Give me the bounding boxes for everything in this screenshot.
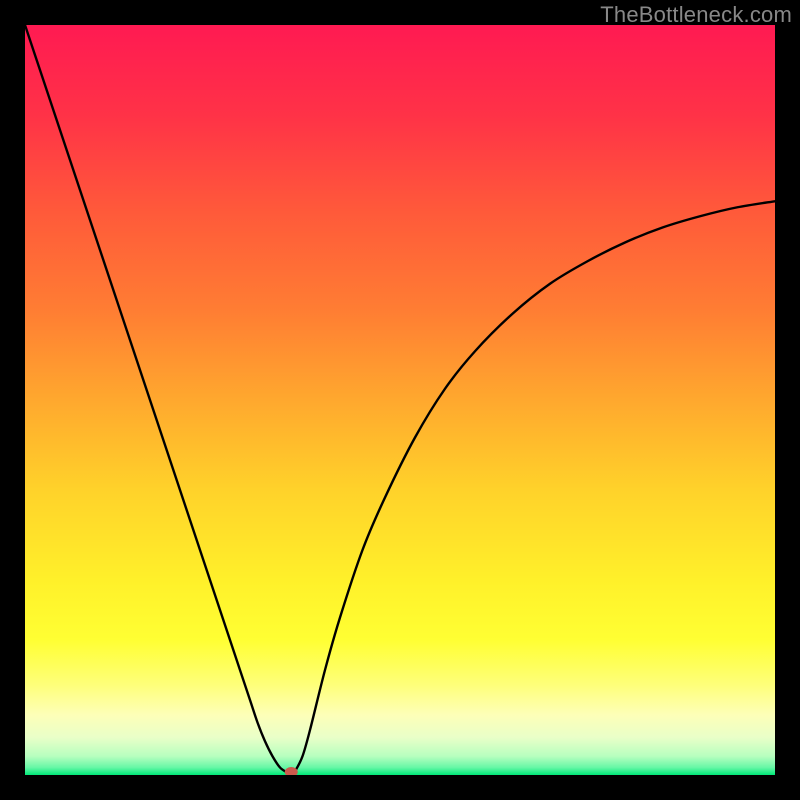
bottleneck-chart — [25, 25, 775, 775]
gradient-background — [25, 25, 775, 775]
plot-area — [25, 25, 775, 775]
chart-frame: TheBottleneck.com — [0, 0, 800, 800]
